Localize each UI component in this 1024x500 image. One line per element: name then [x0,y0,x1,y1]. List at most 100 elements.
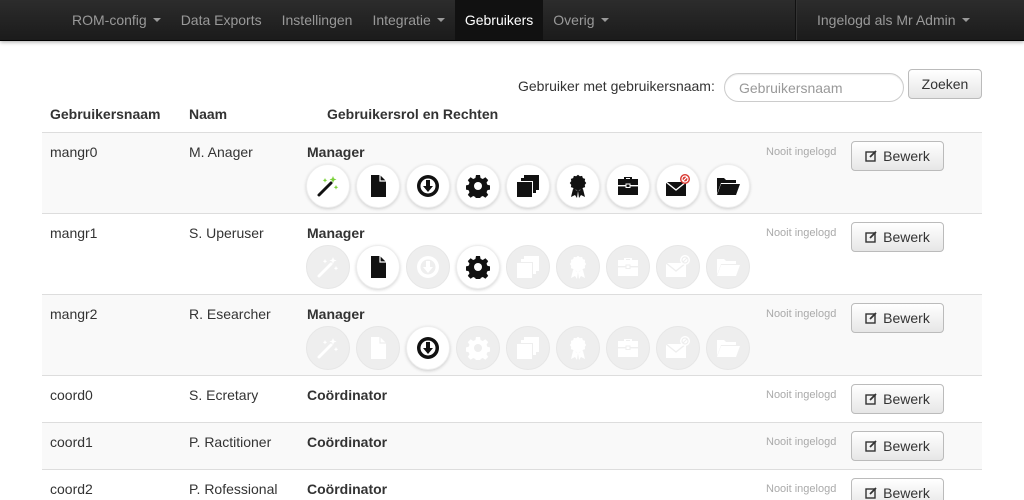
nav-label: Data Exports [180,12,262,28]
permission-toggle[interactable] [306,245,350,289]
cell-last-login: Nooit ingelogd [766,146,837,158]
permission-toggle[interactable] [406,326,450,370]
user-menu-label: Ingelogd als Mr Admin [817,12,956,28]
nav-overig[interactable]: Overig [543,0,618,40]
briefcase-icon [616,174,640,198]
table-row: coord2 P. Rofessional Coördinator Nooit ing… [42,470,982,500]
permission-toggle[interactable] [606,245,650,289]
permission-icons [306,245,750,289]
edit-button[interactable]: Bewerk [851,303,944,333]
permission-toggle[interactable] [706,326,750,370]
cell-last-login: Nooit ingelogd [766,308,837,320]
edit-icon [865,231,877,243]
permission-toggle[interactable] [456,245,500,289]
permission-toggle[interactable] [456,164,500,208]
edit-label: Bewerk [883,310,930,326]
table-row: coord0 S. Ecretary Coördinator Nooit ingelo… [42,376,982,423]
cell-name: S. Ecretary [189,387,259,403]
permission-toggle[interactable] [656,164,700,208]
table-row: mangr0 M. Anager Manager Nooit ingelogd Bewe… [42,133,982,214]
table-row: coord1 P. Ractitioner Coördinator Nooit ing… [42,423,982,470]
edit-button[interactable]: Bewerk [851,384,944,414]
nav-label: Overig [553,12,595,28]
user-menu[interactable]: Ingelogd als Mr Admin [795,0,1024,40]
permission-toggle[interactable] [506,245,550,289]
permission-toggle[interactable] [706,164,750,208]
edit-label: Bewerk [883,229,930,245]
permission-toggle[interactable] [606,164,650,208]
permission-toggle[interactable] [506,164,550,208]
permission-toggle[interactable] [656,326,700,370]
nav-instellingen[interactable]: Instellingen [272,0,363,40]
nav-label: Gebruikers [464,12,534,28]
search-button[interactable]: Zoeken [908,69,982,99]
cell-last-login: Nooit ingelogd [766,227,837,239]
edit-icon [865,440,877,452]
permission-toggle[interactable] [406,164,450,208]
permission-toggle[interactable] [506,326,550,370]
cell-role: Manager [307,225,365,241]
permission-toggle[interactable] [356,326,400,370]
edit-icon [865,150,877,162]
edit-button[interactable]: Bewerk [851,431,944,461]
mail-blocked-icon [666,336,690,360]
nav-label: ROM-config [72,12,147,28]
nav-data-exports[interactable]: Data Exports [171,0,272,40]
cell-name: P. Rofessional [189,481,278,497]
cell-name: R. Esearcher [189,306,271,322]
cell-name: M. Anager [189,144,253,160]
caret-down-icon [600,18,609,22]
permission-toggle[interactable] [356,164,400,208]
main-nav: ROM-config Data Exports Instellingen Int… [62,0,619,40]
nav-integratie[interactable]: Integratie [362,0,454,40]
header-name: Naam [189,106,228,122]
table-row: mangr2 R. Esearcher Manager Nooit ingelogd B… [42,295,982,376]
cell-role: Coördinator [307,387,388,403]
permission-toggle[interactable] [406,245,450,289]
cell-username: mangr2 [50,306,98,322]
cell-last-login: Nooit ingelogd [766,389,837,401]
document-icon [366,174,390,198]
badge-icon [566,255,590,279]
permission-toggle[interactable] [556,164,600,208]
permission-toggle[interactable] [706,245,750,289]
cell-role: Manager [307,306,365,322]
document-icon [366,255,390,279]
permission-icons [306,326,750,370]
permission-toggle[interactable] [656,245,700,289]
mail-blocked-icon [666,174,690,198]
permission-toggle[interactable] [556,326,600,370]
download-circle-icon [416,336,440,360]
caret-down-icon [961,18,970,22]
permission-toggle[interactable] [306,164,350,208]
document-icon [366,336,390,360]
copy-stack-icon [516,336,540,360]
briefcase-icon [616,255,640,279]
cell-username: coord2 [50,481,93,497]
nav-gebruikers[interactable]: Gebruikers [454,0,544,40]
edit-button[interactable]: Bewerk [851,222,944,252]
caret-down-icon [152,18,161,22]
edit-label: Bewerk [883,148,930,164]
edit-icon [865,393,877,405]
briefcase-icon [616,336,640,360]
permission-toggle[interactable] [606,326,650,370]
cell-username: mangr0 [50,144,98,160]
folder-open-icon [716,174,740,198]
edit-icon [865,312,877,324]
permission-toggle[interactable] [456,326,500,370]
edit-button[interactable]: Bewerk [851,478,944,500]
permission-toggle[interactable] [356,245,400,289]
nav-label: Integratie [372,12,431,28]
cell-username: coord0 [50,387,93,403]
permission-toggle[interactable] [306,326,350,370]
search-label: Gebruiker met gebruikersnaam: [518,78,715,94]
permission-toggle[interactable] [556,245,600,289]
edit-label: Bewerk [883,391,930,407]
edit-button[interactable]: Bewerk [851,141,944,171]
cell-username: mangr1 [50,225,98,241]
table-row: mangr1 S. Uperuser Manager Nooit ingelogd Be… [42,214,982,295]
nav-rom-config[interactable]: ROM-config [62,0,171,40]
cell-role: Coördinator [307,434,388,450]
header-role: Gebruikersrol en Rechten [327,106,499,122]
